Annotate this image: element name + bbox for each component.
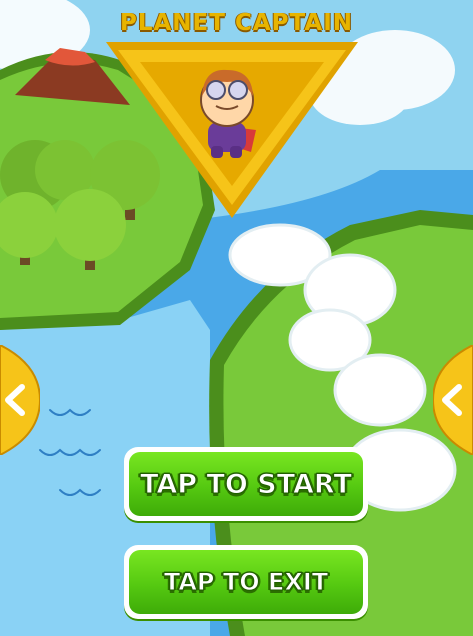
game-title: PLANET CAPTAIN xyxy=(119,10,354,36)
tap-to-start-label: TAP TO START xyxy=(140,468,353,500)
tap-to-exit-button[interactable]: TAP TO EXIT xyxy=(124,545,368,619)
captain-character-icon xyxy=(200,69,256,158)
tap-to-exit-label: TAP TO EXIT xyxy=(163,568,329,597)
tap-to-start-button[interactable]: TAP TO START xyxy=(124,447,368,521)
tap-to-start-button-face[interactable]: TAP TO START xyxy=(129,452,363,516)
right-arrow-icon[interactable] xyxy=(433,345,473,455)
tap-to-exit-button-face[interactable]: TAP TO EXIT xyxy=(129,550,363,614)
left-arrow-icon[interactable] xyxy=(0,345,40,455)
captain-badge-icon xyxy=(106,42,358,218)
